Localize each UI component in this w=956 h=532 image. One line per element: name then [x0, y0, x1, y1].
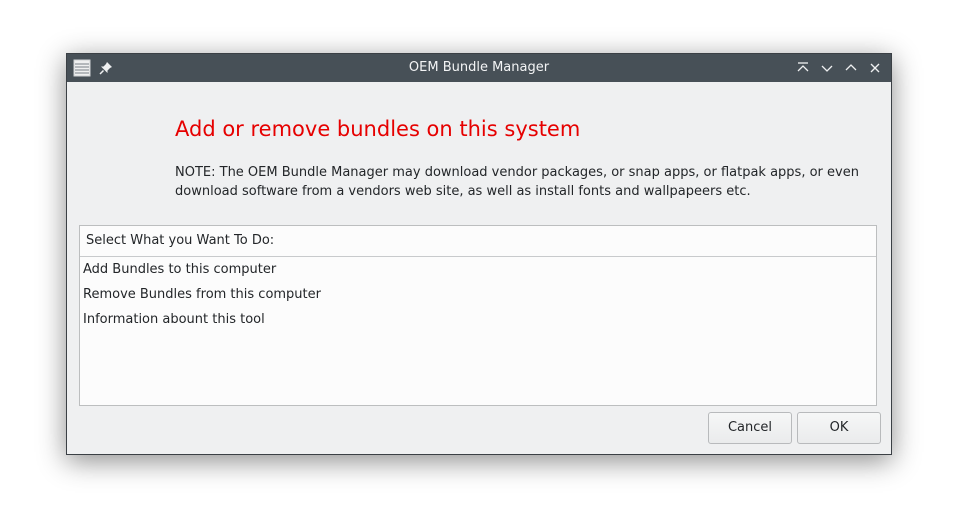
keep-above-icon[interactable]	[794, 59, 812, 77]
window-title: OEM Bundle Manager	[408, 60, 550, 75]
minimize-icon[interactable]	[818, 59, 836, 77]
action-list[interactable]: Select What you Want To Do: Add Bundles …	[79, 225, 877, 406]
list-header[interactable]: Select What you Want To Do:	[80, 226, 876, 257]
dialog-content: Add or remove bundles on this system NOT…	[67, 82, 891, 454]
page-title: Add or remove bundles on this system	[175, 117, 581, 141]
close-icon[interactable]	[866, 59, 884, 77]
cancel-button[interactable]: Cancel	[708, 412, 792, 444]
maximize-icon[interactable]	[842, 59, 860, 77]
dialog-window: OEM Bundle Manager Add or remove bundles…	[66, 53, 892, 455]
list-item-add-bundles[interactable]: Add Bundles to this computer	[80, 257, 876, 282]
ok-button[interactable]: OK	[797, 412, 881, 444]
note-text: NOTE: The OEM Bundle Manager may downloa…	[175, 165, 859, 199]
list-item-information[interactable]: Information abount this tool	[80, 307, 876, 332]
list-item-remove-bundles[interactable]: Remove Bundles from this computer	[80, 282, 876, 307]
title-bar[interactable]: OEM Bundle Manager	[67, 54, 891, 82]
